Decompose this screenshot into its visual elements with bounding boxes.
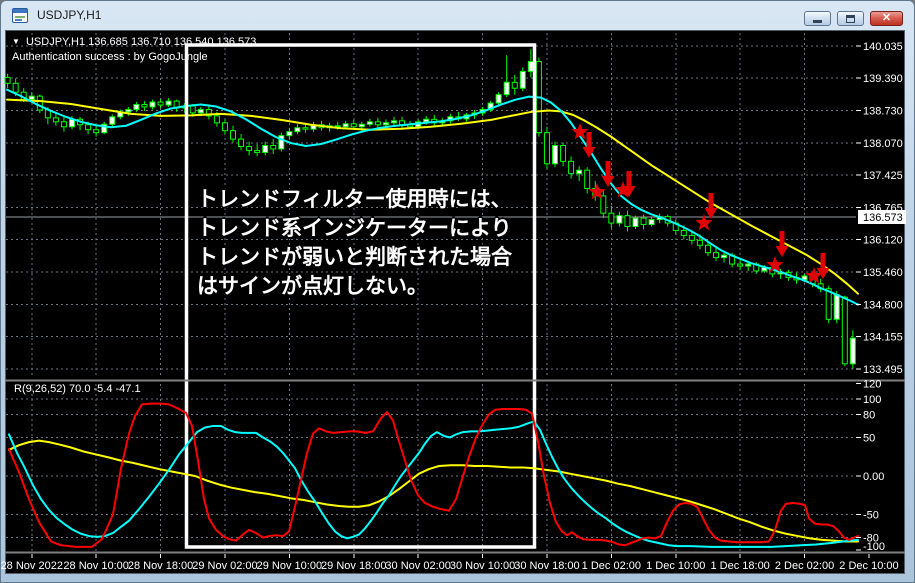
annotation-line: トレンド系インジケーターにより xyxy=(197,217,512,240)
restore-button[interactable] xyxy=(837,11,864,26)
annotation-line: はサインが点灯しない。 xyxy=(197,275,428,298)
restore-icon xyxy=(846,15,855,23)
close-icon: ✕ xyxy=(881,12,892,24)
annotation-text: トレンドフィルター使用時には、 トレンド系インジケーターにより トレンドが弱いと… xyxy=(197,185,512,301)
minimize-button[interactable] xyxy=(804,11,831,26)
minimize-icon xyxy=(813,20,822,23)
auth-status-text: Authentication success : by GogoJungle xyxy=(12,51,208,63)
annotation-line: トレンドフィルター使用時には、 xyxy=(197,188,512,211)
chart-window-icon xyxy=(12,8,28,23)
title-bar[interactable]: USDJPY,H1 ✕ xyxy=(1,1,914,30)
window-title: USDJPY,H1 xyxy=(37,8,102,22)
chart-client-area[interactable] xyxy=(5,30,905,574)
chart-window: USDJPY,H1 ✕ 140.035 139.390 138.730 138.070… xyxy=(0,0,915,583)
chart-header: ▼ USDJPY,H1 136.685 136.710 136.540 136.… xyxy=(12,36,256,48)
close-button[interactable]: ✕ xyxy=(870,11,903,26)
symbol-dropdown-icon[interactable]: ▼ xyxy=(12,37,20,46)
annotation-line: トレンドが弱いと判断された場合 xyxy=(197,246,512,269)
ohlc-readout: USDJPY,H1 136.685 136.710 136.540 136.57… xyxy=(25,36,257,48)
indicator-label: R(9,26,52) 70.0 -5.4 -47.1 xyxy=(14,383,141,395)
